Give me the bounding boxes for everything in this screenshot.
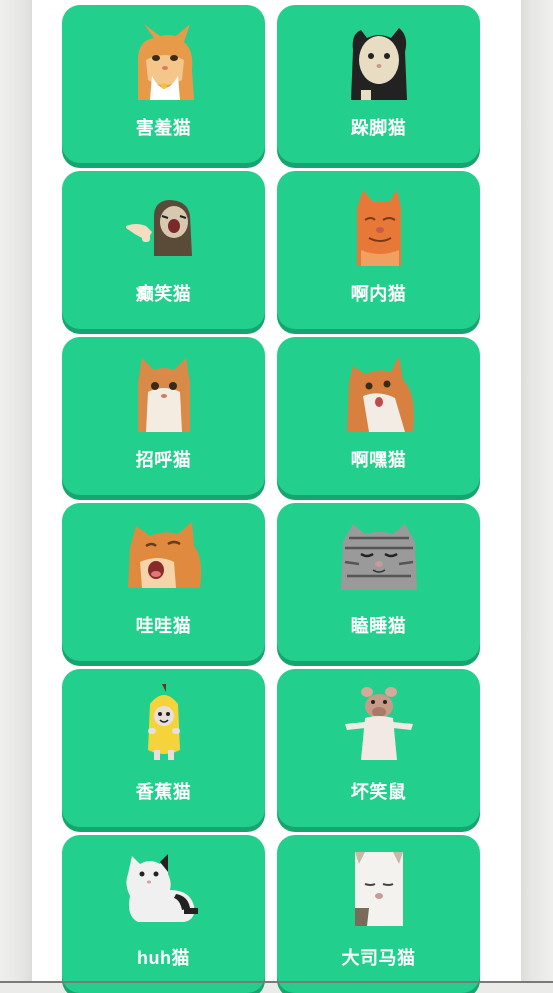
card-wawa-cat[interactable]: 哇哇猫	[62, 503, 265, 661]
smirking-rat-icon	[339, 684, 419, 764]
orange-cat-squint-icon	[339, 186, 419, 266]
card-banana-cat[interactable]: 香蕉猫	[62, 669, 265, 827]
card-label: 哇哇猫	[135, 616, 192, 636]
card-aheh-cat[interactable]: 啊嘿猫	[277, 337, 480, 495]
card-label: 跺脚猫	[350, 118, 407, 138]
card-shy-cat[interactable]: 害羞猫	[62, 5, 265, 163]
page-margin-left	[0, 0, 32, 983]
card-label: 坏笑鼠	[350, 782, 407, 802]
orange-cat-aheh-icon	[339, 352, 419, 432]
white-cat-closeup-icon	[339, 850, 419, 930]
page-margin-right	[521, 0, 553, 983]
card-laughing-cat[interactable]: 癫笑猫	[62, 171, 265, 329]
black-white-cat-stomp-icon	[339, 20, 419, 100]
card-label: 瞌睡猫	[350, 616, 407, 636]
card-label: 香蕉猫	[135, 782, 192, 802]
banana-cat-icon	[124, 684, 204, 764]
laughing-cat-icon	[124, 186, 204, 266]
cat-sound-grid: 害羞猫 跺脚猫 癫笑猫 啊内猫 招呼猫 啊嘿猫 哇哇猫 瞌睡猫 香蕉猫 坏笑鼠 …	[62, 5, 480, 993]
card-label: 啊内猫	[350, 284, 407, 304]
card-dasima-cat[interactable]: 大司马猫	[277, 835, 480, 993]
card-label: 害羞猫	[135, 118, 192, 138]
tabby-cat-sleepy-icon	[339, 518, 419, 598]
card-stomp-cat[interactable]: 跺脚猫	[277, 5, 480, 163]
orange-cat-crying-icon	[124, 518, 204, 598]
card-smirk-rat[interactable]: 坏笑鼠	[277, 669, 480, 827]
white-cat-huh-icon	[124, 850, 204, 930]
orange-white-cat-greeting-icon	[124, 352, 204, 432]
card-label: 癫笑猫	[135, 284, 192, 304]
card-label: 啊嘿猫	[350, 450, 407, 470]
orange-cat-shy-icon	[124, 20, 204, 100]
card-sleepy-cat[interactable]: 瞌睡猫	[277, 503, 480, 661]
card-label: 大司马猫	[341, 948, 416, 968]
card-label: huh猫	[137, 948, 190, 968]
card-anei-cat[interactable]: 啊内猫	[277, 171, 480, 329]
card-huh-cat[interactable]: huh猫	[62, 835, 265, 993]
content-panel: 害羞猫 跺脚猫 癫笑猫 啊内猫 招呼猫 啊嘿猫 哇哇猫 瞌睡猫 香蕉猫 坏笑鼠 …	[32, 0, 521, 993]
card-greeting-cat[interactable]: 招呼猫	[62, 337, 265, 495]
card-label: 招呼猫	[135, 450, 192, 470]
